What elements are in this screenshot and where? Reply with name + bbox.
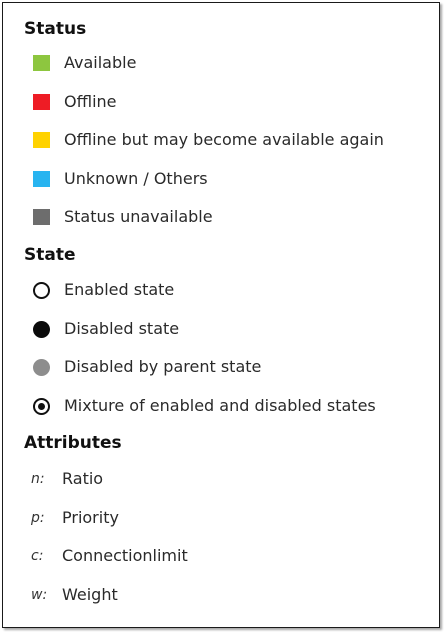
status-item-label: Unknown / Others [64,169,208,188]
state-item-enabled: Enabled state [33,278,174,302]
status-section-title: Status [24,19,87,39]
status-item-offline-may-return: Offline but may become available again [33,128,384,152]
state-item-label: Disabled by parent state [64,357,262,376]
attribute-item-priority: p: Priority [31,506,119,530]
state-item-label: Mixture of enabled and disabled states [64,396,376,415]
open-circle-icon [33,281,50,299]
attribute-item-weight: w: Weight [31,583,118,607]
available-color-swatch [33,55,50,71]
state-item-label: Enabled state [64,280,175,299]
attribute-item-connectionlimit: c: Connectionlimit [31,544,188,568]
offline-color-swatch [33,94,50,110]
state-item-disabled: Disabled state [33,317,179,341]
attribute-label: Weight [62,585,118,604]
attribute-key: p: [31,510,45,526]
state-item-label: Disabled state [64,319,180,338]
attribute-label: Ratio [62,469,104,488]
attribute-label: Priority [62,508,119,527]
state-item-disabled-by-parent: Disabled by parent state [33,355,261,379]
state-section-title: State [24,245,76,265]
status-item-offline: Offline [33,90,117,114]
status-item-label: Available [64,53,137,72]
status-item-unknown: Unknown / Others [33,167,208,191]
offline-may-return-color-swatch [33,132,50,148]
grey-circle-icon [33,358,50,376]
unavailable-color-swatch [33,209,50,225]
attribute-key: w: [31,587,48,603]
dotted-circle-icon [33,397,50,415]
attribute-key: c: [31,548,44,564]
status-item-available: Available [33,51,136,75]
status-item-unavailable: Status unavailable [33,205,213,229]
unknown-color-swatch [33,171,50,187]
attributes-section-title: Attributes [24,433,122,453]
attribute-label: Connectionlimit [62,546,188,565]
status-item-label: Offline but may become available again [64,130,384,149]
filled-circle-icon [33,320,50,338]
attribute-item-ratio: n: Ratio [31,467,103,491]
state-item-mixed: Mixture of enabled and disabled states [33,394,376,418]
status-item-label: Status unavailable [64,207,213,226]
attribute-key: n: [31,471,45,487]
legend-panel: Status Available Offline Offline but may… [2,2,440,628]
status-item-label: Offline [64,92,117,111]
